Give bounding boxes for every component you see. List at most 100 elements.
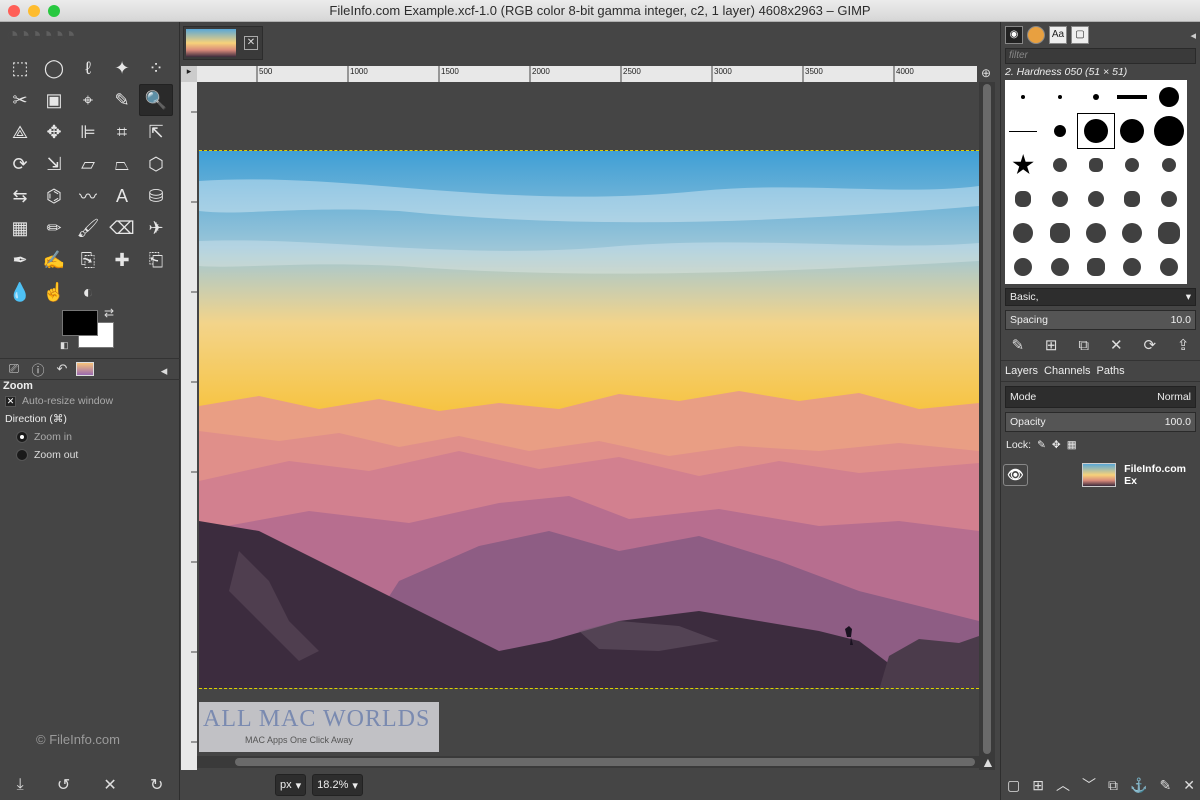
- raise-layer-icon[interactable]: ︿: [1056, 775, 1070, 795]
- brush-filter-input[interactable]: filter: [1005, 48, 1196, 64]
- tab-layers[interactable]: Layers: [1005, 365, 1038, 377]
- vertical-scroll-thumb[interactable]: [983, 84, 991, 754]
- warp-icon[interactable]: 〰: [71, 180, 105, 212]
- foreground-color-swatch[interactable]: [62, 310, 98, 336]
- reset-options-icon[interactable]: ↻: [150, 775, 163, 795]
- visibility-eye-icon[interactable]: 👁: [1003, 464, 1028, 486]
- delete-brush-icon[interactable]: ✕: [1110, 336, 1123, 354]
- crop-icon[interactable]: ⌗: [105, 116, 139, 148]
- ink-icon[interactable]: ✒: [3, 244, 37, 276]
- brush-swatch[interactable]: [1041, 250, 1077, 284]
- color-picker-icon[interactable]: ✎: [105, 84, 139, 116]
- rotate-icon[interactable]: ⟳: [3, 148, 37, 180]
- paths-icon[interactable]: ⌖: [71, 84, 105, 116]
- brush-swatch[interactable]: [1076, 113, 1116, 149]
- perspective-clone-icon[interactable]: ⎗: [139, 244, 173, 276]
- tab-paths[interactable]: Paths: [1097, 365, 1125, 377]
- align-icon[interactable]: ⊫: [71, 116, 105, 148]
- brush-swatch[interactable]: [1005, 80, 1041, 114]
- delete-options-icon[interactable]: ✕: [103, 775, 116, 795]
- swap-colors-icon[interactable]: ⇄: [104, 306, 114, 320]
- brush-swatch[interactable]: [1114, 250, 1150, 284]
- shear-icon[interactable]: ▱: [71, 148, 105, 180]
- tab-fonts[interactable]: Aa: [1049, 26, 1067, 44]
- zoom-in-option[interactable]: Zoom in: [0, 428, 180, 446]
- export-brush-icon[interactable]: ⇪: [1177, 336, 1190, 354]
- refresh-brushes-icon[interactable]: ⟳: [1143, 336, 1156, 354]
- save-options-icon[interactable]: ⤓: [17, 776, 24, 794]
- brush-swatch[interactable]: [1005, 148, 1041, 182]
- flip-icon[interactable]: ⇆: [3, 180, 37, 212]
- fuzzy-select-icon[interactable]: ✦: [105, 52, 139, 84]
- brush-swatch[interactable]: [1005, 216, 1041, 250]
- tab-menu-icon[interactable]: ◂: [154, 363, 174, 379]
- brush-swatch[interactable]: [1041, 114, 1077, 148]
- tab-undo-history[interactable]: ↶: [52, 361, 72, 377]
- rect-select-icon[interactable]: ⬚: [3, 52, 37, 84]
- auto-resize-checkbox[interactable]: ✕: [5, 395, 16, 407]
- measure-icon[interactable]: ⟁: [3, 116, 37, 148]
- move-icon[interactable]: ✥: [37, 116, 71, 148]
- brush-swatch[interactable]: [1114, 148, 1150, 182]
- brush-swatch[interactable]: [1078, 182, 1114, 216]
- brush-swatch[interactable]: [1114, 182, 1150, 216]
- duplicate-brush-icon[interactable]: ⧉: [1078, 337, 1089, 354]
- new-layer-group-icon[interactable]: ⊞: [1032, 777, 1044, 794]
- mypaint-brush-icon[interactable]: ✍: [37, 244, 71, 276]
- blur-icon[interactable]: 💧: [3, 276, 37, 308]
- brush-swatch[interactable]: [1151, 148, 1187, 182]
- vertical-ruler[interactable]: [181, 82, 197, 782]
- zoom-window-button[interactable]: [48, 5, 60, 17]
- edit-brush-icon[interactable]: ✎: [1011, 336, 1024, 354]
- paintbrush-icon[interactable]: 🖌: [71, 212, 105, 244]
- dock-menu-icon[interactable]: ◂: [1190, 29, 1196, 42]
- 3d-transform-icon[interactable]: ⬡: [139, 148, 173, 180]
- restore-options-icon[interactable]: ↺: [57, 775, 70, 795]
- auto-resize-option[interactable]: ✕ Auto-resize window: [0, 392, 180, 410]
- layer-name[interactable]: FileInfo.com Ex: [1124, 463, 1198, 487]
- smudge-icon[interactable]: ☝: [37, 276, 71, 308]
- tab-brushes[interactable]: ◉: [1005, 26, 1023, 44]
- brush-swatch[interactable]: [1041, 216, 1077, 250]
- lock-pixels-icon[interactable]: ✎: [1037, 439, 1046, 451]
- scissors-icon[interactable]: ✂: [3, 84, 37, 116]
- new-brush-icon[interactable]: ⊞: [1045, 336, 1058, 354]
- brush-swatch[interactable]: [1005, 250, 1041, 284]
- brush-swatch[interactable]: [1151, 250, 1187, 284]
- clone-icon[interactable]: ⎘: [71, 244, 105, 276]
- brush-grid[interactable]: [1005, 80, 1187, 284]
- gradient-icon[interactable]: ▦: [3, 212, 37, 244]
- text-icon[interactable]: A: [105, 180, 139, 212]
- spacing-spinner[interactable]: Spacing 10.0: [1005, 310, 1196, 330]
- brush-swatch[interactable]: [1114, 216, 1150, 250]
- tab-channels[interactable]: Channels: [1044, 365, 1090, 377]
- brush-swatch[interactable]: [1041, 80, 1077, 114]
- horizontal-ruler[interactable]: 500 1000 1500 2000 2500 3000 3500 4000: [197, 66, 977, 82]
- vertical-scrollbar[interactable]: [979, 82, 995, 776]
- layer-mask-icon[interactable]: ✎: [1160, 777, 1172, 794]
- tab-patterns[interactable]: [1027, 26, 1045, 44]
- foreground-select-icon[interactable]: ▣: [37, 84, 71, 116]
- brush-swatch[interactable]: [1114, 80, 1150, 114]
- image-canvas[interactable]: [199, 150, 979, 689]
- lower-layer-icon[interactable]: ﹀: [1082, 775, 1096, 795]
- pencil-icon[interactable]: ✏: [37, 212, 71, 244]
- navigation-corner-icon[interactable]: ▲: [981, 754, 995, 770]
- dodge-burn-icon[interactable]: ◐: [71, 276, 105, 308]
- canvas-viewport[interactable]: [197, 82, 979, 776]
- brush-preset-select[interactable]: Basic, ▾: [1005, 288, 1196, 306]
- brush-swatch[interactable]: [1005, 182, 1041, 216]
- tab-gradients[interactable]: [76, 362, 94, 376]
- zoom-icon[interactable]: 🔍: [139, 84, 173, 116]
- tab-tool-options[interactable]: ⎚: [4, 361, 24, 377]
- zoom-out-radio[interactable]: [16, 449, 28, 461]
- mode-select[interactable]: Mode Normal: [1005, 386, 1196, 408]
- brush-swatch[interactable]: [1078, 216, 1114, 250]
- brush-swatch[interactable]: [1151, 182, 1187, 216]
- brush-swatch[interactable]: [1005, 114, 1041, 148]
- brush-swatch[interactable]: [1078, 250, 1114, 284]
- free-select-icon[interactable]: ℓ: [71, 52, 105, 84]
- unit-select[interactable]: px ▾: [275, 774, 307, 796]
- tab-documents[interactable]: ▢: [1071, 26, 1089, 44]
- horizontal-scrollbar[interactable]: [197, 756, 979, 768]
